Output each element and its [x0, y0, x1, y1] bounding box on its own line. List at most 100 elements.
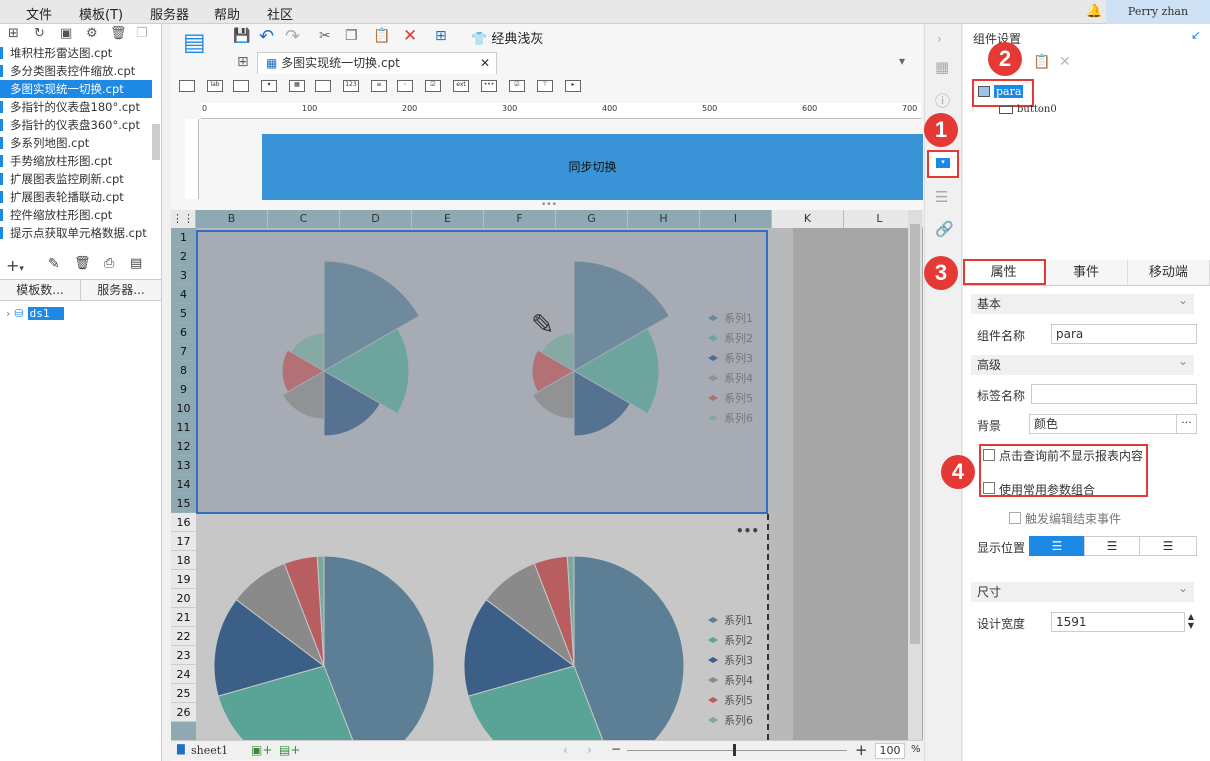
text-widget-icon[interactable]: lab [207, 80, 223, 92]
row-header-cell[interactable]: 17 [171, 532, 196, 551]
align-left-button[interactable]: ☰ [1029, 536, 1085, 556]
tree-widget-icon[interactable]: ⊤ [537, 80, 553, 92]
refresh-icon[interactable]: ↻ [34, 26, 45, 41]
password-widget-icon[interactable]: ••• [481, 80, 497, 92]
column-header-cell[interactable]: K [772, 210, 844, 228]
edit-icon[interactable]: ✎ [48, 256, 60, 272]
copy-icon[interactable]: ❐ [136, 26, 148, 41]
file-item[interactable]: 多指针的仪表盘180°.cpt [0, 98, 152, 116]
row-header-cell[interactable]: 24 [171, 665, 196, 684]
row-header-cell[interactable]: 18 [171, 551, 196, 570]
preview-icon[interactable]: ⎙ [104, 256, 114, 271]
row-header-cell[interactable]: 23 [171, 646, 196, 665]
grid-icon[interactable]: ⊞ [237, 54, 249, 70]
hide-before-query-checkbox[interactable] [983, 449, 995, 461]
zoom-in-icon[interactable]: + [855, 741, 868, 759]
file-item[interactable]: 扩展图表监控刷新.cpt [0, 170, 152, 188]
section-size[interactable]: 尺寸 [971, 578, 1194, 602]
file-list-scrollbar[interactable] [152, 124, 160, 160]
width-stepper[interactable]: ▲ ▼ [1185, 612, 1197, 632]
paste-widget-icon[interactable]: 📋 [1033, 54, 1050, 70]
unused-cells[interactable] [793, 228, 923, 740]
cut-icon[interactable]: ✂ [319, 28, 331, 44]
column-header-cell[interactable]: E [412, 210, 484, 228]
sheet-tab[interactable]: sheet1 [191, 744, 228, 757]
template-icon[interactable]: ⊞ [435, 28, 447, 44]
date-widget-icon[interactable]: ▦ [289, 80, 305, 92]
tab-mobile[interactable]: 移动端 [1127, 260, 1210, 285]
width-input[interactable]: 1591 [1051, 612, 1185, 632]
file-item[interactable]: 多系列地图.cpt [0, 134, 152, 152]
zoom-slider-thumb[interactable] [733, 744, 736, 756]
remove-widget-icon[interactable]: ✕ [1059, 54, 1071, 70]
row-header-cell[interactable]: 19 [171, 570, 196, 589]
file-item[interactable]: 多分类图表控件缩放.cpt [0, 62, 152, 80]
splitter-handle[interactable]: ••• [541, 200, 557, 210]
column-header-cell[interactable]: D [340, 210, 412, 228]
checkbox-widget-icon[interactable]: ☑ [425, 80, 441, 92]
row-header-cell[interactable]: 25 [171, 684, 196, 703]
menu-help[interactable]: 帮助 [214, 4, 240, 23]
document-tab[interactable]: ▦ 多图实现统一切换.cpt ✕ [257, 52, 497, 74]
close-tab-icon[interactable]: ✕ [480, 53, 490, 74]
ext-widget-icon[interactable]: ext [453, 80, 469, 92]
next-sheet-icon[interactable]: › [587, 743, 592, 757]
add-form-sheet-icon[interactable]: ▤+ [279, 743, 300, 757]
row-header-cell[interactable]: 9 [171, 380, 196, 399]
remove-icon[interactable]: 🗑 [74, 256, 91, 271]
settings-icon[interactable]: ⚙ [86, 26, 98, 41]
name-input[interactable]: para [1051, 324, 1197, 344]
file-item[interactable]: 多指针的仪表盘360°.cpt [0, 116, 152, 134]
align-center-button[interactable]: ☰ [1084, 536, 1140, 556]
file-item[interactable]: 扩展图表轮播联动.cpt [0, 188, 152, 206]
locate-icon[interactable]: ▣ [60, 26, 72, 41]
form-icon[interactable]: ▤ [183, 28, 213, 68]
align-right-button[interactable]: ☰ [1139, 536, 1197, 556]
row-header-cell[interactable]: 3 [171, 266, 196, 285]
dataset-icon[interactable]: ▤ [130, 256, 142, 271]
prev-sheet-icon[interactable]: ‹ [563, 743, 568, 757]
tab-server-data[interactable]: 服务器... [81, 280, 162, 300]
row-header-cell[interactable]: 1 [171, 228, 196, 247]
menu-template[interactable]: 模板(T) [79, 4, 123, 23]
row-header-cell[interactable]: 13 [171, 456, 196, 475]
file-item[interactable]: 提示点获取单元格数据.cpt [0, 224, 152, 242]
row-header-cell[interactable]: 7 [171, 342, 196, 361]
more-widgets-icon[interactable]: ▸ [565, 80, 581, 92]
expand-icon[interactable]: › [6, 307, 10, 320]
cell-area[interactable]: ✎ ••• 系列1 系列2 系列3 系列4 系列5 系列6 系列1 系列2 系列3 系列4 系列5 系… [196, 228, 923, 740]
vertical-scrollbar[interactable] [908, 210, 922, 740]
dropdown-widget-icon[interactable]: ▾ [261, 80, 277, 92]
textbox-widget-icon[interactable] [233, 80, 249, 92]
row-header-cell[interactable]: 11 [171, 418, 196, 437]
file-item[interactable]: 多图实现统一切换.cpt [0, 80, 152, 98]
datasource-label[interactable]: ds1 [27, 307, 64, 320]
user-name[interactable]: Perry zhan [1106, 0, 1210, 24]
file-item[interactable]: 控件缩放柱形图.cpt [0, 206, 152, 224]
undock-icon[interactable]: ↙ [1191, 28, 1201, 42]
datasource-row[interactable]: › ⛁ ds1 [6, 307, 64, 320]
column-header-cell[interactable]: C [268, 210, 340, 228]
row-header-cell[interactable]: 6 [171, 323, 196, 342]
add-icon[interactable]: +▾ [6, 256, 24, 275]
menu-server[interactable]: 服务器 [150, 4, 189, 23]
column-header-cell[interactable]: H [628, 210, 700, 228]
select-all-corner[interactable]: ⋮⋮ [171, 210, 196, 228]
zoom-out-icon[interactable]: − [611, 742, 621, 756]
common-params-checkbox[interactable] [983, 482, 995, 494]
param-button[interactable]: 同步切换 [262, 134, 923, 200]
tag-input[interactable] [1031, 384, 1197, 404]
tab-events[interactable]: 事件 [1045, 260, 1128, 285]
row-header-cell[interactable]: 15 [171, 494, 196, 513]
widget-list-icon[interactable]: ☰ [935, 188, 948, 206]
tree-root[interactable]: para [978, 85, 1024, 98]
column-header-cell[interactable]: I [700, 210, 772, 228]
copy-icon[interactable]: ❐ [345, 28, 358, 44]
info-icon[interactable]: ⓘ [935, 90, 950, 111]
row-header-cell[interactable]: 10 [171, 399, 196, 418]
row-header-cell[interactable]: 26 [171, 703, 196, 722]
background-more-button[interactable]: ··· [1176, 414, 1197, 434]
checklist-widget-icon[interactable]: ☑ [509, 80, 525, 92]
component-settings-button[interactable]: ▾ [927, 150, 959, 178]
layout-icon[interactable]: ▦ [935, 58, 949, 76]
